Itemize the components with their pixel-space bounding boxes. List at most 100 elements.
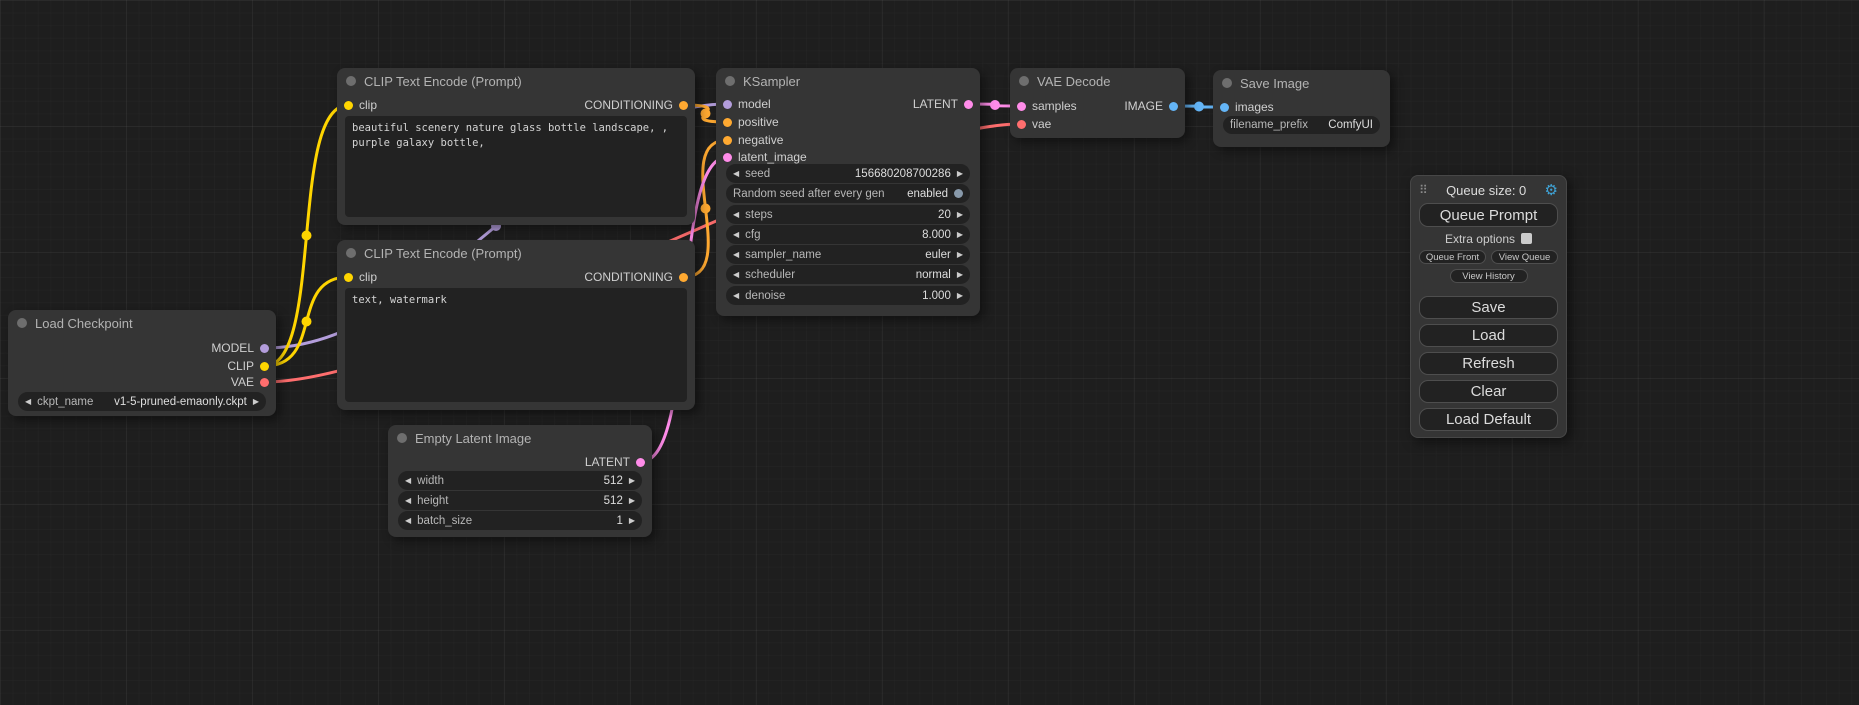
extra-options-checkbox[interactable]: [1521, 233, 1532, 244]
random-seed-toggle[interactable]: Random seed after every gen enabled: [726, 184, 970, 203]
collapse-dot-icon[interactable]: [17, 318, 27, 328]
vae-decode-input-samples-dot[interactable]: [1017, 102, 1026, 111]
decrement-arrow-icon[interactable]: ◀: [733, 170, 739, 178]
slot-row: latent_image: [716, 149, 980, 165]
prompt-textarea[interactable]: beautiful scenery nature glass bottle la…: [345, 116, 687, 217]
ksampler-input-negative-dot[interactable]: [723, 136, 732, 145]
increment-arrow-icon[interactable]: ▶: [957, 170, 963, 178]
scheduler-widget[interactable]: ◀ scheduler normal ▶: [726, 265, 970, 284]
clip-negative-input-clip-dot[interactable]: [344, 273, 353, 282]
collapse-dot-icon[interactable]: [725, 76, 735, 86]
collapse-dot-icon[interactable]: [1222, 78, 1232, 88]
widget-value: 512: [455, 495, 623, 507]
queue-size-label: Queue size: 0: [1446, 183, 1526, 198]
slot-label: positive: [738, 115, 779, 129]
vae-decode-input-vae-dot[interactable]: [1017, 120, 1026, 129]
increment-arrow-icon[interactable]: ▶: [629, 477, 635, 485]
decrement-arrow-icon[interactable]: ◀: [733, 231, 739, 239]
clear-button[interactable]: Clear: [1419, 380, 1558, 403]
width-widget[interactable]: ◀ width 512 ▶: [398, 471, 642, 490]
load-checkpoint-output-clip-dot[interactable]: [260, 362, 269, 371]
queue-front-button[interactable]: Queue Front: [1419, 250, 1486, 264]
load-button[interactable]: Load: [1419, 324, 1558, 347]
increment-arrow-icon[interactable]: ▶: [957, 271, 963, 279]
node-header[interactable]: Save Image: [1213, 70, 1390, 96]
view-queue-button[interactable]: View Queue: [1491, 250, 1558, 264]
decrement-arrow-icon[interactable]: ◀: [405, 477, 411, 485]
refresh-button[interactable]: Refresh: [1419, 352, 1558, 375]
node-clip-text-encode-negative[interactable]: CLIP Text Encode (Prompt) clip CONDITION…: [337, 240, 695, 410]
decrement-arrow-icon[interactable]: ◀: [733, 211, 739, 219]
slot-row: images: [1213, 99, 1390, 115]
collapse-dot-icon[interactable]: [346, 248, 356, 258]
queue-prompt-button[interactable]: Queue Prompt: [1419, 203, 1558, 227]
clip-positive-input-clip-dot[interactable]: [344, 101, 353, 110]
load-default-button[interactable]: Load Default: [1419, 408, 1558, 431]
increment-arrow-icon[interactable]: ▶: [957, 211, 963, 219]
batch-size-widget[interactable]: ◀ batch_size 1 ▶: [398, 511, 642, 530]
decrement-arrow-icon[interactable]: ◀: [25, 398, 31, 406]
gear-icon[interactable]: ⚙: [1545, 181, 1558, 199]
decrement-arrow-icon[interactable]: ◀: [733, 292, 739, 300]
vae-decode-output-image-dot[interactable]: [1169, 102, 1178, 111]
widget-value: 156680208700286: [776, 168, 951, 180]
ksampler-input-positive-dot[interactable]: [723, 118, 732, 127]
seed-widget[interactable]: ◀ seed 156680208700286 ▶: [726, 164, 970, 183]
slot-label: IMAGE: [1124, 99, 1163, 113]
clip-negative-output-conditioning-dot[interactable]: [679, 273, 688, 282]
decrement-arrow-icon[interactable]: ◀: [405, 517, 411, 525]
denoise-widget[interactable]: ◀ denoise 1.000 ▶: [726, 286, 970, 305]
increment-arrow-icon[interactable]: ▶: [253, 398, 259, 406]
node-header[interactable]: KSampler: [716, 68, 980, 94]
ksampler-output-latent-dot[interactable]: [964, 100, 973, 109]
slot-row: vae: [1010, 116, 1185, 132]
node-header[interactable]: CLIP Text Encode (Prompt): [337, 240, 695, 266]
load-checkpoint-output-model-dot[interactable]: [260, 344, 269, 353]
load-checkpoint-output-vae-dot[interactable]: [260, 378, 269, 387]
slot-label: MODEL: [211, 341, 254, 355]
widget-label: seed: [745, 168, 770, 180]
collapse-dot-icon[interactable]: [397, 433, 407, 443]
increment-arrow-icon[interactable]: ▶: [629, 497, 635, 505]
clip-positive-output-conditioning-dot[interactable]: [679, 101, 688, 110]
filename-prefix-widget[interactable]: filename_prefix ComfyUI: [1223, 116, 1380, 134]
decrement-arrow-icon[interactable]: ◀: [733, 271, 739, 279]
increment-arrow-icon[interactable]: ▶: [957, 231, 963, 239]
node-save-image[interactable]: Save Image images filename_prefix ComfyU…: [1213, 70, 1390, 147]
increment-arrow-icon[interactable]: ▶: [957, 292, 963, 300]
collapse-dot-icon[interactable]: [346, 76, 356, 86]
slot-label: samples: [1032, 99, 1077, 113]
height-widget[interactable]: ◀ height 512 ▶: [398, 491, 642, 510]
node-canvas[interactable]: Load Checkpoint MODEL CLIP VAE ◀ ckpt_na…: [0, 0, 1859, 705]
empty-latent-output-latent-dot[interactable]: [636, 458, 645, 467]
ksampler-input-model-dot[interactable]: [723, 100, 732, 109]
save-image-input-images-dot[interactable]: [1220, 103, 1229, 112]
node-header[interactable]: Load Checkpoint: [8, 310, 276, 336]
collapse-dot-icon[interactable]: [1019, 76, 1029, 86]
cfg-widget[interactable]: ◀ cfg 8.000 ▶: [726, 225, 970, 244]
save-button[interactable]: Save: [1419, 296, 1558, 319]
decrement-arrow-icon[interactable]: ◀: [405, 497, 411, 505]
widget-label: ckpt_name: [37, 396, 93, 408]
increment-arrow-icon[interactable]: ▶: [629, 517, 635, 525]
slot-label: negative: [738, 133, 783, 147]
increment-arrow-icon[interactable]: ▶: [957, 251, 963, 259]
node-empty-latent-image[interactable]: Empty Latent Image LATENT ◀ width 512 ▶ …: [388, 425, 652, 537]
prompt-textarea[interactable]: text, watermark: [345, 288, 687, 402]
node-header[interactable]: CLIP Text Encode (Prompt): [337, 68, 695, 94]
node-header[interactable]: Empty Latent Image: [388, 425, 652, 451]
toggle-dot-icon[interactable]: [954, 189, 963, 198]
view-history-button[interactable]: View History: [1450, 269, 1528, 283]
decrement-arrow-icon[interactable]: ◀: [733, 251, 739, 259]
ksampler-input-latent-image-dot[interactable]: [723, 153, 732, 162]
node-ksampler[interactable]: KSampler model LATENT positive negative: [716, 68, 980, 316]
ckpt-name-widget[interactable]: ◀ ckpt_name v1-5-pruned-emaonly.ckpt ▶: [18, 392, 266, 411]
drag-handle-icon[interactable]: ⠿: [1419, 183, 1428, 197]
steps-widget[interactable]: ◀ steps 20 ▶: [726, 205, 970, 224]
node-vae-decode[interactable]: VAE Decode samples IMAGE vae: [1010, 68, 1185, 138]
widget-value: 20: [779, 209, 951, 221]
node-clip-text-encode-positive[interactable]: CLIP Text Encode (Prompt) clip CONDITION…: [337, 68, 695, 225]
node-header[interactable]: VAE Decode: [1010, 68, 1185, 94]
node-load-checkpoint[interactable]: Load Checkpoint MODEL CLIP VAE ◀ ckpt_na…: [8, 310, 276, 416]
sampler-name-widget[interactable]: ◀ sampler_name euler ▶: [726, 245, 970, 264]
